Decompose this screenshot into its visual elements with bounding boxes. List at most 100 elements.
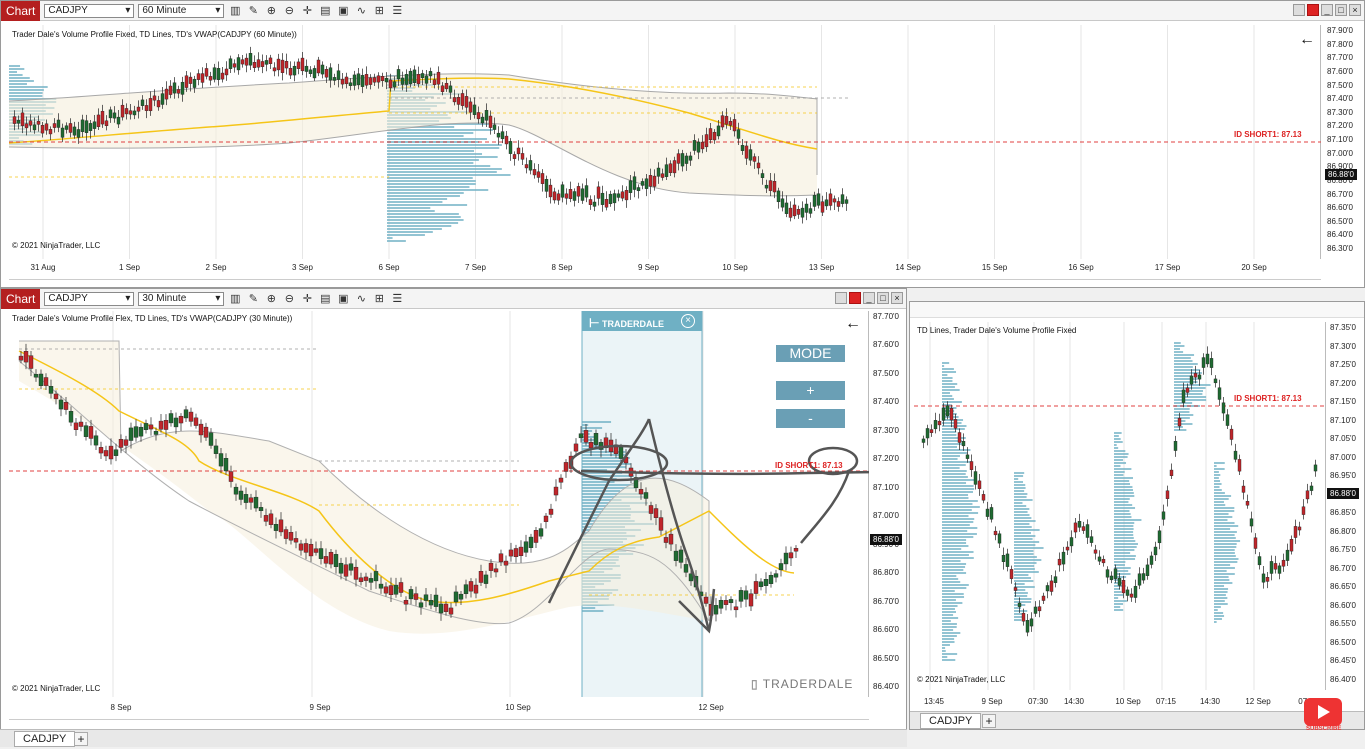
plus-button[interactable]: +: [776, 381, 845, 400]
strategies-icon[interactable]: ⊞: [372, 292, 386, 306]
volume-profile-bar: [1214, 507, 1235, 509]
maximize-icon[interactable]: □: [1335, 4, 1347, 16]
list-icon[interactable]: ☰: [390, 292, 404, 306]
data-box-icon[interactable]: ▣: [336, 292, 350, 306]
close-icon[interactable]: ×: [1349, 4, 1361, 16]
right-plot-area[interactable]: TD Lines, Trader Dale's Volume Profile F…: [914, 322, 1326, 690]
interval-select[interactable]: 30 Minute: [138, 291, 225, 306]
chart-tab[interactable]: Chart: [1, 289, 41, 309]
top-scrollbar[interactable]: [9, 279, 1321, 285]
right-time-axis[interactable]: 13:45 9 Sep 07:30 14:30 10 Sep 07:15 14:30 12 S…: [914, 697, 1326, 711]
volume-profile-bar: [387, 144, 502, 146]
candle-body: [212, 67, 217, 80]
volume-profile-bar: [1014, 472, 1025, 474]
candle-body: [969, 461, 974, 470]
indicators-icon[interactable]: ∿: [354, 292, 368, 306]
zoom-in-icon[interactable]: ⊕: [264, 4, 278, 18]
candle-body: [1065, 546, 1070, 551]
instrument-select[interactable]: CADJPY: [44, 291, 135, 306]
volume-profile-bar: [1214, 513, 1229, 515]
candle-body: [200, 73, 205, 83]
list-icon[interactable]: ☰: [390, 4, 404, 18]
candle-body: [1125, 589, 1130, 596]
flex-panel-close-icon[interactable]: ×: [681, 314, 695, 328]
candle-body: [628, 180, 633, 193]
candle-body: [103, 450, 109, 457]
candle-body: [684, 155, 689, 164]
zoom-in-icon[interactable]: ⊕: [264, 292, 278, 306]
time-tick-label: 20 Sep: [1241, 263, 1267, 272]
youtube-subscribe-badge[interactable]: SUBSCRIBE: [1304, 698, 1342, 732]
bars-icon[interactable]: ▥: [228, 292, 242, 306]
time-tick-label: 10 Sep: [505, 703, 531, 712]
volume-profile-bar: [942, 629, 954, 631]
bars-icon[interactable]: ▥: [228, 4, 242, 18]
zoom-out-icon[interactable]: ⊖: [282, 4, 296, 18]
volume-profile-bar: [942, 461, 972, 463]
volume-profile-bar: [942, 452, 968, 454]
candle-body: [1153, 546, 1158, 556]
restore-icon[interactable]: [1293, 4, 1305, 16]
add-tab-button[interactable]: +: [982, 714, 996, 728]
candle-body: [1233, 450, 1238, 460]
properties-icon[interactable]: ▤: [318, 292, 332, 306]
candle-body: [1269, 561, 1274, 574]
mid-scrollbar[interactable]: [9, 719, 869, 725]
interval-select[interactable]: 60 Minute: [138, 3, 225, 18]
mid-price-axis[interactable]: 87.70'0 87.60'0 87.50'0 87.40'0 87.30'0 87.20…: [869, 311, 906, 697]
add-tab-button[interactable]: +: [74, 732, 88, 746]
volume-profile-bar: [1114, 519, 1142, 521]
zoom-out-icon[interactable]: ⊖: [282, 292, 296, 306]
properties-icon[interactable]: ▤: [318, 4, 332, 18]
restore-icon[interactable]: [835, 292, 847, 304]
volume-profile-bar: [1114, 483, 1131, 485]
record-icon[interactable]: [849, 292, 861, 304]
time-tick-label: 9 Sep: [638, 263, 659, 272]
candle-body: [83, 425, 89, 437]
chart-tab[interactable]: Chart: [1, 1, 41, 21]
strategies-icon[interactable]: ⊞: [372, 4, 386, 18]
crosshair-icon[interactable]: ✛: [300, 4, 314, 18]
data-box-icon[interactable]: ▣: [336, 4, 350, 18]
back-arrow-icon[interactable]: ←: [1299, 31, 1315, 49]
volume-profile-bar: [942, 389, 960, 391]
candle-body: [760, 173, 765, 178]
close-icon[interactable]: ×: [891, 292, 903, 304]
instrument-tab[interactable]: CADJPY: [14, 731, 76, 747]
candle-body: [18, 355, 24, 361]
mid-plot-area[interactable]: Trader Dale's Volume Profile Flex, TD Li…: [9, 311, 869, 697]
top-price-axis[interactable]: 87.90'0 87.80'0 87.70'0 87.60'0 87.50'0 87.40…: [1323, 25, 1364, 259]
record-icon[interactable]: [1307, 4, 1319, 16]
maximize-icon[interactable]: □: [877, 292, 889, 304]
candle-body: [383, 586, 389, 594]
candle-body: [398, 582, 404, 593]
top-time-axis[interactable]: 31 Aug 1 Sep 2 Sep 3 Sep 6 Sep 7 Sep 8 Sep 9 Se…: [9, 263, 1321, 277]
top-plot-area[interactable]: Trader Dale's Volume Profile Fixed, TD L…: [9, 25, 1321, 259]
volume-profile-bar: [1174, 423, 1193, 425]
instrument-tab[interactable]: CADJPY: [920, 713, 982, 729]
right-price-axis[interactable]: 87.35'0 87.30'0 87.25'0 87.20'0 87.15'0 87.10…: [1326, 322, 1364, 690]
mid-time-axis[interactable]: 8 Sep 9 Sep 10 Sep 12 Sep: [9, 703, 869, 717]
volume-profile-bar: [942, 653, 958, 655]
volume-profile-bar: [387, 147, 500, 149]
candle-body: [116, 116, 121, 125]
indicators-icon[interactable]: ∿: [354, 4, 368, 18]
back-arrow-icon[interactable]: ←: [845, 315, 861, 333]
candle-body: [243, 494, 249, 503]
pencil-icon[interactable]: ✎: [246, 4, 260, 18]
pencil-icon[interactable]: ✎: [246, 292, 260, 306]
mid-toolbar: Chart CADJPY 30 Minute ▥ ✎ ⊕ ⊖ ✛ ▤ ▣ ∿ ⊞…: [1, 289, 906, 309]
volume-profile-bar: [942, 647, 946, 649]
minimize-icon[interactable]: _: [863, 292, 875, 304]
volume-profile-bar: [942, 437, 966, 439]
minus-button[interactable]: -: [776, 409, 845, 428]
instrument-select[interactable]: CADJPY: [44, 3, 135, 18]
candle-body: [52, 123, 57, 128]
mode-button[interactable]: MODE: [776, 345, 845, 362]
minimize-icon[interactable]: _: [1321, 4, 1333, 16]
crosshair-icon[interactable]: ✛: [300, 292, 314, 306]
candle-body: [153, 431, 159, 435]
candle-body: [1305, 490, 1310, 500]
volume-profile-bar: [387, 171, 497, 173]
volume-profile-bar: [942, 395, 953, 397]
